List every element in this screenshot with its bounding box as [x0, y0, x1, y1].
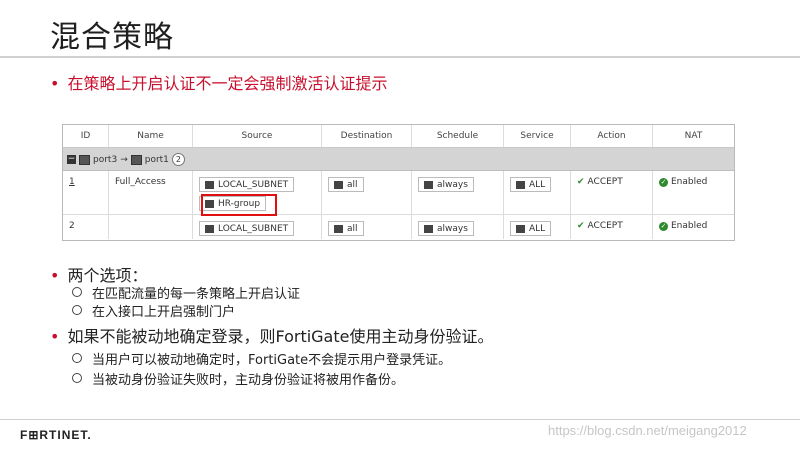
schedule-cell: always — [412, 215, 504, 239]
enabled-icon: ✓ — [659, 222, 668, 231]
service-cell: ALL — [504, 215, 571, 239]
service-icon — [516, 180, 525, 189]
source-label: LOCAL_SUBNET — [218, 223, 289, 234]
policy-table: ID Name Source Destination Schedule Serv… — [62, 124, 735, 241]
col-header-name[interactable]: Name — [109, 125, 193, 147]
col-header-source[interactable]: Source — [193, 125, 322, 147]
col-header-nat[interactable]: NAT — [653, 125, 734, 147]
sub-bullet: 在入接口上开启强制门户 — [72, 301, 235, 320]
col-header-destination[interactable]: Destination — [322, 125, 412, 147]
circle-bullet-icon — [72, 353, 82, 363]
clock-icon — [424, 180, 433, 189]
col-header-schedule[interactable]: Schedule — [412, 125, 504, 147]
circle-bullet-icon — [72, 287, 82, 297]
policy-name — [109, 215, 193, 239]
circle-bullet-icon — [72, 373, 82, 383]
col-header-id[interactable]: ID — [63, 125, 109, 147]
interface-pair-group-row[interactable]: − port3 → port1 2 — [63, 148, 734, 171]
service-tag[interactable]: ALL — [510, 177, 552, 192]
col-header-service[interactable]: Service — [504, 125, 571, 147]
clock-icon — [424, 224, 433, 233]
nat-cell: ✓ Enabled — [653, 171, 734, 214]
group-to-port: port1 — [144, 154, 169, 165]
bullet-1-text: 在策略上开启认证不一定会强制激活认证提示 — [67, 74, 388, 93]
source-label: LOCAL_SUBNET — [218, 179, 289, 190]
nat-label: Enabled — [671, 177, 708, 187]
address-icon — [334, 180, 343, 189]
policy-count-badge: 2 — [171, 153, 185, 166]
sub-bullet: 当用户可以被动地确定时，FortiGate不会提示用户登录凭证。 — [72, 349, 451, 368]
watermark: https://blog.csdn.net/meigang2012 — [548, 423, 747, 438]
action-cell: ✔ ACCEPT — [571, 215, 653, 239]
policy-id[interactable]: 2 — [63, 215, 109, 239]
sub-bullet-text: 在匹配流量的每一条策略上开启认证 — [92, 287, 301, 302]
action-label: ACCEPT — [587, 177, 623, 187]
bullet-dot: • — [50, 327, 60, 346]
bullet-1: • 在策略上开启认证不一定会强制激活认证提示 — [50, 70, 387, 94]
action-label: ACCEPT — [587, 221, 623, 231]
table-row[interactable]: 1 Full_Access LOCAL_SUBNET HR-group all … — [63, 171, 734, 215]
slide-title: 混合策略 — [50, 20, 174, 55]
port-icon — [130, 154, 142, 165]
check-icon: ✔ — [577, 177, 585, 187]
hr-group-highlight-box — [201, 194, 277, 216]
bullet-dot: • — [50, 74, 60, 93]
subnet-icon — [205, 224, 214, 233]
destination-label: all — [347, 223, 358, 234]
service-icon — [516, 224, 525, 233]
service-label: ALL — [529, 179, 546, 190]
service-label: ALL — [529, 223, 546, 234]
address-icon — [334, 224, 343, 233]
fortinet-logo: F⊞RTINET. — [20, 428, 92, 442]
destination-tag[interactable]: all — [328, 177, 364, 192]
bullet-dot: • — [50, 266, 60, 285]
bullet-3-text: 如果不能被动地确定登录，则FortiGate使用主动身份验证。 — [67, 327, 494, 346]
sub-bullet-text: 当被动身份验证失败时，主动身份验证将被用作备份。 — [92, 373, 405, 388]
nat-cell: ✓ Enabled — [653, 215, 734, 239]
destination-cell: all — [322, 215, 412, 239]
sub-bullet: 当被动身份验证失败时，主动身份验证将被用作备份。 — [72, 369, 404, 388]
sub-bullet-text: 当用户可以被动地确定时，FortiGate不会提示用户登录凭证。 — [92, 353, 452, 368]
table-row[interactable]: 2 LOCAL_SUBNET all always ALL ✔ ACCEPT ✓ E… — [63, 215, 734, 239]
enabled-icon: ✓ — [659, 178, 668, 187]
policy-id-link[interactable]: 1 — [63, 171, 109, 214]
collapse-icon[interactable]: − — [67, 155, 76, 164]
schedule-tag[interactable]: always — [418, 221, 474, 236]
check-icon: ✔ — [577, 221, 585, 231]
table-header-row: ID Name Source Destination Schedule Serv… — [63, 125, 734, 148]
sub-bullet-text: 在入接口上开启强制门户 — [92, 305, 236, 320]
port-icon — [79, 154, 90, 165]
subnet-icon — [205, 180, 214, 189]
source-cell: LOCAL_SUBNET — [193, 215, 322, 239]
title-divider — [0, 56, 800, 58]
col-header-action[interactable]: Action — [571, 125, 653, 147]
action-cell: ✔ ACCEPT — [571, 171, 653, 214]
schedule-tag[interactable]: always — [418, 177, 474, 192]
sub-bullet: 在匹配流量的每一条策略上开启认证 — [72, 283, 300, 302]
source-local-subnet-tag[interactable]: LOCAL_SUBNET — [199, 177, 295, 192]
bullet-3: • 如果不能被动地确定登录，则FortiGate使用主动身份验证。 — [50, 323, 493, 347]
schedule-label: always — [437, 223, 468, 234]
service-tag[interactable]: ALL — [510, 221, 552, 236]
group-from-port: port3 — [93, 154, 118, 165]
schedule-label: always — [437, 179, 468, 190]
footer-divider — [0, 419, 800, 420]
service-cell: ALL — [504, 171, 571, 214]
policy-name: Full_Access — [109, 171, 193, 214]
arrow-icon: → — [120, 154, 128, 165]
source-local-subnet-tag[interactable]: LOCAL_SUBNET — [199, 221, 295, 236]
destination-tag[interactable]: all — [328, 221, 364, 236]
destination-label: all — [347, 179, 358, 190]
destination-cell: all — [322, 171, 412, 214]
schedule-cell: always — [412, 171, 504, 214]
circle-bullet-icon — [72, 305, 82, 315]
nat-label: Enabled — [671, 221, 708, 231]
